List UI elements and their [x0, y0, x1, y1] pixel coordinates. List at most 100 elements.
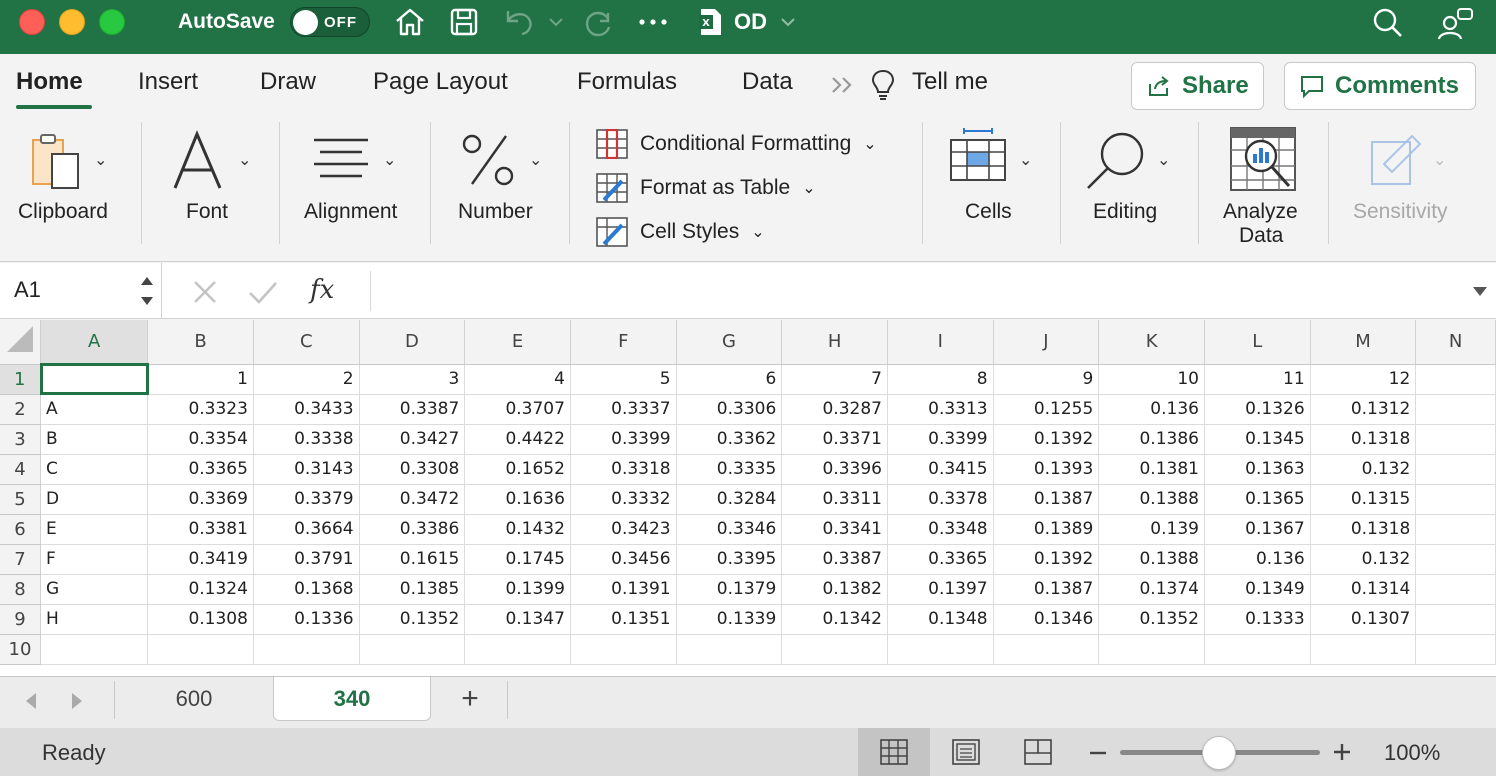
- document-title[interactable]: OD: [734, 9, 767, 35]
- cell[interactable]: [1415, 544, 1496, 575]
- cell[interactable]: 0.136: [1098, 394, 1205, 425]
- add-sheet-button[interactable]: +: [432, 677, 508, 721]
- cell[interactable]: 0.1393: [993, 454, 1100, 485]
- search-icon[interactable]: [1370, 5, 1406, 41]
- cell[interactable]: [147, 634, 254, 665]
- cell[interactable]: 0.1255: [993, 394, 1100, 425]
- percent-icon[interactable]: [460, 132, 518, 188]
- cell[interactable]: 0.3472: [359, 484, 466, 515]
- cell[interactable]: 0.132: [1310, 454, 1417, 485]
- row-header[interactable]: 2: [0, 394, 41, 425]
- confirm-entry-icon[interactable]: [246, 277, 280, 307]
- cell[interactable]: [1415, 604, 1496, 635]
- sheet-tab-600[interactable]: 600: [116, 677, 272, 721]
- zoom-window-button[interactable]: [99, 9, 125, 35]
- sheet-tab-340[interactable]: 340: [273, 677, 431, 721]
- next-sheet-icon[interactable]: [68, 691, 86, 711]
- account-icon[interactable]: [1436, 5, 1476, 43]
- cell[interactable]: 0.3664: [253, 514, 360, 545]
- analyze-data-label-line1[interactable]: Analyze: [1223, 200, 1298, 224]
- cell[interactable]: 0.3433: [253, 394, 360, 425]
- editing-chevron-icon[interactable]: ⌄: [1157, 150, 1170, 170]
- row-header[interactable]: 9: [0, 604, 41, 635]
- column-header[interactable]: M: [1310, 320, 1417, 365]
- column-header[interactable]: E: [464, 320, 571, 365]
- cell[interactable]: 0.3365: [887, 544, 994, 575]
- row-header[interactable]: 3: [0, 424, 41, 455]
- row-header[interactable]: 6: [0, 514, 41, 545]
- save-icon[interactable]: [447, 5, 481, 39]
- zoom-out-icon[interactable]: [1088, 744, 1108, 762]
- alignment-label[interactable]: Alignment: [304, 200, 397, 224]
- number-chevron-icon[interactable]: ⌄: [529, 150, 542, 170]
- column-header[interactable]: N: [1415, 320, 1496, 365]
- cell[interactable]: 6: [676, 364, 783, 395]
- cell[interactable]: 8: [887, 364, 994, 395]
- minimize-window-button[interactable]: [59, 9, 85, 35]
- cell[interactable]: 0.3427: [359, 424, 466, 455]
- cell[interactable]: [464, 634, 571, 665]
- cell[interactable]: 0.1318: [1310, 424, 1417, 455]
- cell[interactable]: 0.1392: [993, 424, 1100, 455]
- cell[interactable]: 0.1314: [1310, 574, 1417, 605]
- share-button[interactable]: Share: [1131, 62, 1264, 110]
- cell[interactable]: 0.3341: [781, 514, 888, 545]
- home-icon[interactable]: [393, 5, 427, 39]
- comments-button[interactable]: Comments: [1284, 62, 1476, 110]
- cell[interactable]: [993, 634, 1100, 665]
- tab-formulas[interactable]: Formulas: [577, 68, 677, 96]
- cells-chevron-icon[interactable]: ⌄: [1019, 150, 1032, 170]
- cell[interactable]: B: [40, 424, 149, 455]
- cell[interactable]: E: [40, 514, 149, 545]
- font-label[interactable]: Font: [186, 200, 228, 224]
- column-header[interactable]: C: [253, 320, 360, 365]
- close-window-button[interactable]: [19, 9, 45, 35]
- more-icon[interactable]: [636, 5, 670, 39]
- cell[interactable]: 0.1387: [993, 574, 1100, 605]
- cell[interactable]: 0.1349: [1204, 574, 1311, 605]
- column-header[interactable]: G: [676, 320, 783, 365]
- cell[interactable]: 1: [147, 364, 254, 395]
- cell[interactable]: 0.3348: [887, 514, 994, 545]
- column-header[interactable]: A: [40, 320, 149, 365]
- cell[interactable]: 0.1382: [781, 574, 888, 605]
- cell[interactable]: 0.1389: [993, 514, 1100, 545]
- more-tabs-icon[interactable]: [829, 72, 857, 98]
- select-all-corner[interactable]: [0, 320, 41, 365]
- clipboard-icon[interactable]: [30, 132, 90, 192]
- zoom-slider-thumb[interactable]: [1202, 736, 1236, 770]
- cell[interactable]: 7: [781, 364, 888, 395]
- redo-icon[interactable]: [580, 5, 616, 39]
- cell[interactable]: 0.3419: [147, 544, 254, 575]
- cell[interactable]: 10: [1098, 364, 1205, 395]
- cell[interactable]: 0.1339: [676, 604, 783, 635]
- cell[interactable]: 0.3318: [570, 454, 677, 485]
- cell[interactable]: [1098, 634, 1205, 665]
- cell[interactable]: [1415, 424, 1496, 455]
- name-box-stepper-icon[interactable]: [139, 271, 155, 311]
- cell[interactable]: 0.3399: [570, 424, 677, 455]
- font-chevron-icon[interactable]: ⌄: [238, 150, 251, 170]
- cells-icon[interactable]: [948, 128, 1008, 184]
- cell[interactable]: 0.132: [1310, 544, 1417, 575]
- cell[interactable]: 0.1326: [1204, 394, 1311, 425]
- normal-view-button[interactable]: [858, 728, 930, 776]
- tab-draw[interactable]: Draw: [260, 68, 316, 96]
- cell[interactable]: 0.1652: [464, 454, 571, 485]
- cell[interactable]: 0.3396: [781, 454, 888, 485]
- zoom-percentage[interactable]: 100%: [1384, 740, 1440, 766]
- cell[interactable]: D: [40, 484, 149, 515]
- number-label[interactable]: Number: [458, 200, 533, 224]
- cell[interactable]: 0.1324: [147, 574, 254, 605]
- cell[interactable]: 0.1307: [1310, 604, 1417, 635]
- cell[interactable]: 0.1745: [464, 544, 571, 575]
- cell[interactable]: 0.3371: [781, 424, 888, 455]
- cell[interactable]: H: [40, 604, 149, 635]
- cell[interactable]: 0.3387: [781, 544, 888, 575]
- cell[interactable]: 0.1388: [1098, 484, 1205, 515]
- editing-label[interactable]: Editing: [1093, 200, 1157, 224]
- column-header[interactable]: H: [781, 320, 888, 365]
- cell[interactable]: 0.3287: [781, 394, 888, 425]
- cell[interactable]: [1204, 634, 1311, 665]
- cell[interactable]: 0.1392: [993, 544, 1100, 575]
